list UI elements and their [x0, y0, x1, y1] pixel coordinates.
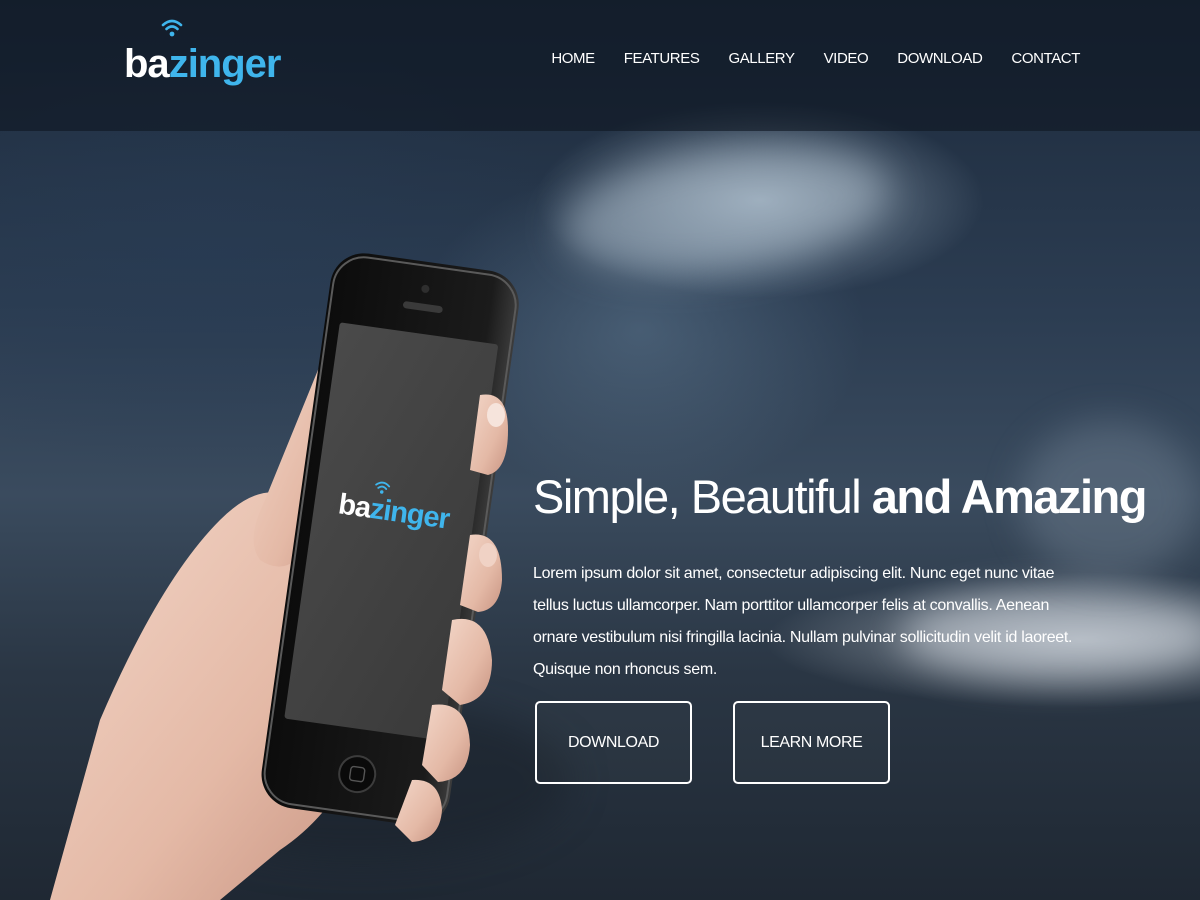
hero-headline: Simple, Beautiful and Amazing	[533, 466, 1148, 528]
hero-description: Lorem ipsum dolor sit amet, consectetur …	[533, 565, 1073, 678]
nav-item-download[interactable]: DOWNLOAD	[897, 48, 983, 70]
nav-item-video[interactable]: VIDEO	[824, 48, 869, 70]
learn-more-button[interactable]: LEARN MORE	[733, 701, 890, 784]
nav-item-features[interactable]: FEATURES	[624, 48, 700, 70]
hero-section: bazinger HOME FEATURES GALLERY VIDEO DOW…	[0, 0, 1200, 900]
hand-holding-phone-image	[50, 253, 519, 900]
background-blur-streak	[553, 127, 897, 293]
nav-item-contact[interactable]: CONTACT	[1011, 48, 1080, 70]
logo-text-accent: zinger	[168, 42, 282, 86]
logo-text-primary: ba	[124, 42, 170, 86]
brand-logo[interactable]: bazinger	[124, 19, 282, 90]
phone-illustration: bazinger	[40, 250, 520, 900]
headline-bold-text: and Amazing	[871, 470, 1148, 523]
main-nav: HOME FEATURES GALLERY VIDEO DOWNLOAD CON…	[551, 48, 1080, 70]
download-button[interactable]: DOWNLOAD	[535, 701, 692, 784]
wifi-icon	[161, 19, 183, 37]
headline-light-text: Simple, Beautiful	[533, 470, 872, 523]
nav-item-gallery[interactable]: GALLERY	[728, 48, 795, 70]
nav-item-home[interactable]: HOME	[551, 48, 595, 70]
wifi-icon	[375, 481, 391, 494]
phone-logo-text-primary: ba	[336, 488, 373, 525]
top-navbar: bazinger HOME FEATURES GALLERY VIDEO DOW…	[0, 0, 1200, 131]
